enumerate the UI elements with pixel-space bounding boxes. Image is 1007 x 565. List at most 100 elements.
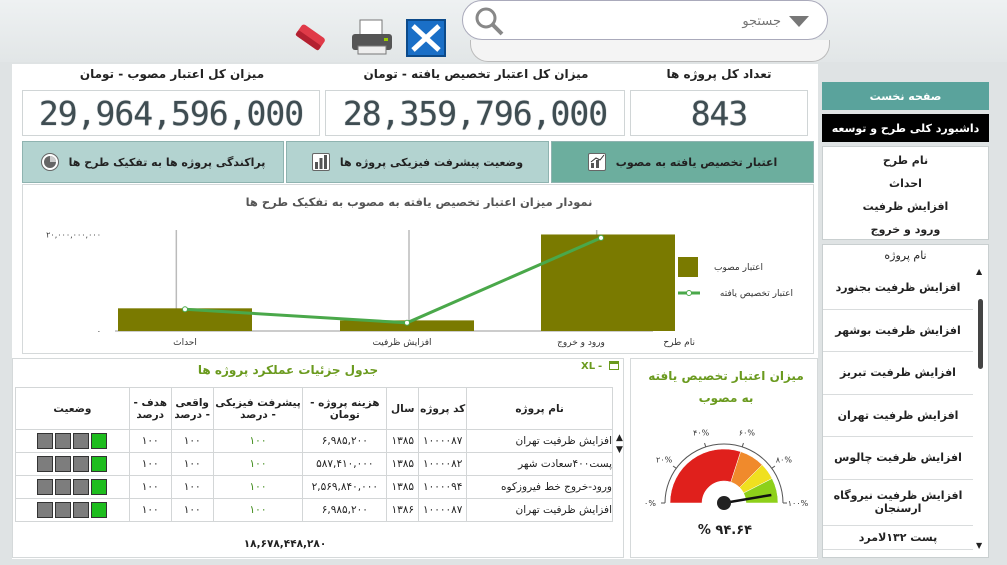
filter-item-construction[interactable]: احداث	[823, 172, 988, 195]
export-xl-icon[interactable]: XL	[581, 361, 595, 372]
gauge-panel: میزان اعتبار تخصیص یافته به مصوب ۰% ۲۰% ۴۰…	[630, 358, 818, 558]
cell-status	[15, 429, 130, 453]
status-led	[91, 502, 108, 518]
table-row[interactable]: ورود-خروج خط فیروزکوه ۱۰۰۰۰۹۴ ۱۳۸۵ ۲,۵۶۹,۸۴…	[15, 475, 613, 499]
table-total: ۱۸,۶۷۸,۴۴۸,۲۸۰	[243, 538, 327, 550]
bar-chart-icon	[311, 153, 330, 171]
col-target[interactable]: هدف - درصد	[128, 387, 172, 430]
cell-cost: ۶,۹۸۵,۲۰۰	[302, 498, 388, 522]
cell-code: ۱۰۰۰۰۸۷	[418, 498, 468, 522]
status-led	[37, 433, 54, 449]
gauge-tick-label: ۲۰%	[656, 456, 673, 465]
cell-target: ۱۰۰	[128, 429, 172, 453]
scroll-up-icon[interactable]: ▲	[976, 267, 982, 276]
tab-allocated-vs-approved[interactable]: اعتبار تخصیص یافته به مصوب	[551, 141, 814, 183]
pie-chart-icon	[40, 153, 59, 171]
nav-home-button[interactable]: صفحه نخست	[822, 82, 989, 110]
scroll-down-icon[interactable]: ▼	[976, 541, 982, 550]
table-row[interactable]: افزایش ظرفیت تهران ۱۰۰۰۰۸۷ ۱۳۸۶ ۶,۹۸۵,۲۰۰ ۱۰…	[15, 498, 613, 522]
cell-status	[15, 452, 130, 476]
bar	[541, 234, 675, 331]
gauge-tick-label: ۴۰%	[693, 429, 710, 438]
scroll-down-icon[interactable]: ▼	[616, 445, 623, 455]
maximize-icon[interactable]	[609, 361, 619, 370]
gauge-svg: ۰% ۲۰% ۴۰% ۶۰% ۸۰% ۱۰۰%	[644, 429, 809, 510]
projects-table: نام پروژه کد پروژه سال هزینه پروژه - توم…	[15, 387, 613, 522]
col-cost[interactable]: هزینه پروژه - تومان	[302, 387, 388, 430]
kpi-title-allocated: میزان کل اعتبار تخصیص یافته - تومان	[363, 67, 589, 81]
legend-label: اعتبار تخصیص یافته	[720, 289, 793, 299]
line-point	[182, 306, 188, 313]
cell-name: ورود-خروج خط فیروزکوه	[466, 475, 613, 499]
cell-progress: ۱۰۰	[212, 452, 304, 476]
cell-actual: ۱۰۰	[170, 429, 214, 453]
project-list-item[interactable]: افزایش ظرفیت چالوس	[823, 437, 973, 480]
tab-project-distribution[interactable]: پراکندگی پروژه ها به تفکیک طرح ها	[22, 141, 284, 183]
gauge-tick-label: ۱۰۰%	[788, 499, 809, 508]
x-tick-label: احداث	[173, 338, 197, 348]
project-list-item[interactable]: افزایش ظرفیت بوشهر	[823, 310, 973, 352]
filter-header: نام طرح	[882, 154, 929, 167]
project-list-item[interactable]: افزایش ظرفیت تهران	[823, 395, 973, 437]
scroll-up-icon[interactable]: ▲	[616, 433, 623, 443]
minimize-icon[interactable]: -	[598, 361, 602, 372]
filter-item-entry-exit[interactable]: ورود و خروج	[823, 218, 988, 241]
chevron-down-icon[interactable]	[789, 16, 809, 31]
cell-year: ۱۳۸۵	[386, 475, 420, 499]
status-led	[55, 456, 72, 472]
printer-icon[interactable]	[348, 18, 396, 58]
cell-name: پست۴۰۰سعادت شهر	[466, 452, 613, 476]
cell-name: افزایش ظرفیت تهران	[466, 498, 613, 522]
col-actual[interactable]: واقعی - درصد	[170, 387, 214, 430]
search-dropdown-shadow	[470, 40, 830, 62]
gauge-hub	[717, 496, 731, 510]
status-led	[55, 502, 72, 518]
status-led	[73, 479, 90, 495]
col-progress[interactable]: پیشرفت فیزیکی - درصد	[212, 387, 304, 430]
status-led	[37, 456, 54, 472]
gauge-value: % ۹۴.۶۴	[697, 523, 753, 538]
gauge-band	[669, 448, 742, 504]
project-list-item[interactable]: پست ۱۳۲لامرد	[823, 526, 973, 550]
project-list-item[interactable]: افزایش ظرفیت نیروگاه ارسنجان	[823, 480, 973, 526]
cell-year: ۱۳۸۵	[386, 452, 420, 476]
col-project-code[interactable]: کد پروژه	[418, 387, 468, 430]
project-list-item[interactable]: افزایش ظرفیت بجنورد	[823, 267, 973, 310]
plan-filter-list: نام طرح احداث افزایش ظرفیت ورود و خروج	[822, 146, 989, 240]
excel-icon[interactable]	[405, 18, 447, 58]
col-project-name[interactable]: نام پروژه	[466, 387, 613, 430]
search-input[interactable]	[511, 9, 781, 33]
col-year[interactable]: سال	[386, 387, 420, 430]
tab-label: پراکندگی پروژه ها به تفکیک طرح ها	[68, 155, 266, 169]
status-led	[55, 479, 72, 495]
legend-swatch-bar	[678, 257, 698, 277]
tab-physical-progress[interactable]: وضعیت پیشرفت فیزیکی پروژه ها	[286, 141, 549, 183]
search-icon[interactable]	[473, 5, 505, 40]
chart-up-icon	[587, 153, 606, 171]
nav-dashboard-button[interactable]: داشبورد کلی طرح و توسعه	[822, 114, 989, 142]
project-list-scrollbar[interactable]: ▲ ▼	[976, 267, 984, 550]
status-led	[73, 433, 90, 449]
scrollbar-thumb[interactable]	[978, 299, 983, 369]
x-tick-label: ورود و خروج	[557, 338, 605, 348]
kpi-value-allocated: 28,359,796,000	[325, 90, 625, 136]
cell-cost: ۶,۹۸۵,۲۰۰	[302, 429, 388, 453]
status-led	[73, 502, 90, 518]
cell-status	[15, 475, 130, 499]
project-list: نام پروژه افزایش ظرفیت بجنورد افزایش ظرفی…	[822, 244, 989, 558]
eraser-icon[interactable]	[290, 20, 330, 51]
cell-progress: ۱۰۰	[212, 498, 304, 522]
x-tick-label: افزایش ظرفیت	[372, 338, 431, 348]
cell-code: ۱۰۰۰۰۹۴	[418, 475, 468, 499]
col-status[interactable]: وضعیت	[15, 387, 130, 430]
table-row[interactable]: پست۴۰۰سعادت شهر ۱۰۰۰۰۸۲ ۱۳۸۵ ۵۸۷,۴۱۰,۰۰۰ ۱۰۰…	[15, 452, 613, 476]
table-row[interactable]: افزایش ظرفیت تهران ۱۰۰۰۰۸۷ ۱۳۸۵ ۶,۹۸۵,۲۰۰ ۱۰…	[15, 429, 613, 453]
table-panel: جدول جزئیات عملکرد پروژه ها XL - ▲ ▼ نام…	[12, 358, 624, 558]
filter-item-capacity[interactable]: افزایش ظرفیت	[823, 195, 988, 218]
kpi-value-approved: 29,964,596,000	[22, 90, 320, 136]
search-box[interactable]	[462, 0, 828, 40]
chart-panel: نمودار میزان اعتبار تخصیص یافته به مصوب …	[22, 184, 814, 354]
gauge-tick	[704, 442, 707, 448]
project-list-item[interactable]: افزایش ظرفیت تبریز	[823, 352, 973, 395]
tab-label: اعتبار تخصیص یافته به مصوب	[615, 155, 778, 169]
